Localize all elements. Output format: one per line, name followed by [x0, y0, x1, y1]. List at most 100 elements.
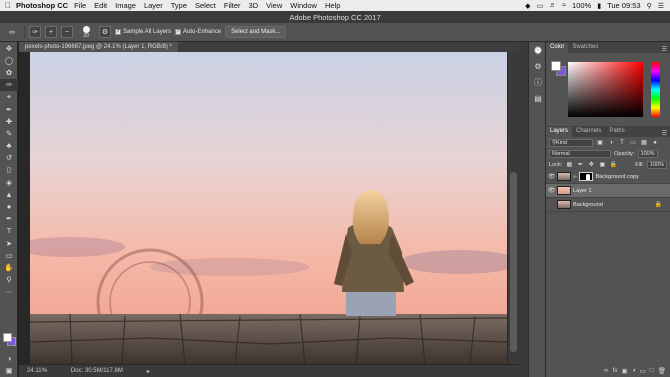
menu-type[interactable]: Type — [171, 1, 187, 10]
layer-mask-thumbnail[interactable] — [578, 172, 593, 181]
delete-layer-icon[interactable]: 🗑 — [658, 367, 666, 375]
pixel-filter-icon[interactable]: ▣ — [596, 139, 604, 147]
history-brush-tool-icon[interactable]: ↺ — [0, 152, 18, 164]
lock-artboard-icon[interactable]: ▣ — [598, 161, 606, 169]
fill-input[interactable]: 100% — [646, 160, 667, 169]
visibility-eye-icon[interactable]: 👁 — [546, 173, 557, 180]
menu-select[interactable]: Select — [195, 1, 216, 10]
hand-tool-icon[interactable]: ✋ — [0, 261, 18, 273]
paint-bucket-tool-icon[interactable]: ◈ — [0, 176, 18, 188]
color-swatches[interactable] — [3, 333, 16, 346]
eyedropper-tool-icon[interactable]: ✒ — [0, 103, 18, 115]
history-panel-icon[interactable]: ⌚ — [529, 42, 547, 58]
rectangle-tool-icon[interactable]: ▭ — [0, 249, 18, 261]
battery-icon[interactable]: ▮ — [597, 2, 601, 10]
layer-style-icon[interactable]: fx — [612, 367, 617, 374]
tab-paths[interactable]: Paths — [605, 127, 628, 137]
menu-3d[interactable]: 3D — [249, 1, 259, 10]
brush-tool-icon[interactable]: ✎ — [0, 127, 18, 139]
vertical-scrollbar[interactable] — [508, 52, 519, 364]
add-mask-icon[interactable]: ▣ — [622, 367, 628, 375]
brush-settings-icon[interactable]: ⚙ — [99, 26, 111, 38]
type-filter-icon[interactable]: T — [618, 139, 626, 147]
lasso-tool-icon[interactable]: ✿ — [0, 66, 18, 78]
canvas[interactable] — [30, 52, 507, 364]
adjustment-filter-icon[interactable]: ◑ — [607, 139, 615, 147]
lock-icon[interactable]: 🔒 — [655, 201, 662, 208]
sample-all-layers-checkbox[interactable]: ✓ Sample All Layers — [115, 29, 171, 35]
info-panel-icon[interactable]: ⓘ — [529, 74, 547, 90]
clock[interactable]: Tue 09:53 — [607, 1, 641, 10]
subtract-from-selection-icon[interactable]: − — [61, 26, 73, 38]
smart-object-filter-icon[interactable]: ▦ — [640, 139, 648, 147]
menu-file[interactable]: File — [74, 1, 86, 10]
libraries-panel-icon[interactable]: ▤ — [529, 90, 547, 106]
pen-tool-icon[interactable]: ✒ — [0, 213, 18, 225]
quick-mask-icon[interactable]: ◑ — [0, 352, 18, 364]
layer-name[interactable]: Background copy — [596, 174, 639, 180]
visibility-eye-icon[interactable]: 👁 — [546, 187, 557, 194]
menu-window[interactable]: Window — [290, 1, 317, 10]
layer-row-layer-1[interactable]: 👁 Layer 1 — [546, 184, 670, 198]
menu-filter[interactable]: Filter — [224, 1, 241, 10]
type-tool-icon[interactable]: T — [0, 225, 18, 237]
menu-edit[interactable]: Edit — [94, 1, 107, 10]
brush-picker[interactable]: 20 — [77, 25, 95, 39]
marquee-tool-icon[interactable]: ◯ — [0, 54, 18, 66]
color-field[interactable] — [568, 62, 643, 117]
foreground-color-swatch[interactable] — [551, 61, 561, 71]
panel-menu-icon[interactable]: ☰ — [662, 46, 670, 53]
tab-layers[interactable]: Layers — [546, 127, 573, 137]
notification-icon[interactable]: ☰ — [658, 2, 664, 10]
clone-stamp-tool-icon[interactable]: ♣ — [0, 140, 18, 152]
layer-row-background[interactable]: Background 🔒 — [546, 198, 670, 212]
new-selection-icon[interactable]: ✑ — [29, 26, 41, 38]
lock-position-icon[interactable]: ✥ — [587, 161, 595, 169]
tab-channels[interactable]: Channels — [572, 127, 605, 137]
search-icon[interactable]: ⚲ — [647, 2, 652, 10]
foreground-color-swatch[interactable] — [3, 333, 12, 342]
menu-image[interactable]: Image — [115, 1, 136, 10]
auto-enhance-checkbox[interactable]: ✓ Auto-Enhance — [175, 29, 221, 35]
quick-selection-tool-icon[interactable]: ✑ — [4, 26, 20, 39]
layer-row-background-copy[interactable]: 👁 ∞ Background copy — [546, 170, 670, 184]
eraser-tool-icon[interactable]: ▯ — [0, 164, 18, 176]
link-layers-icon[interactable]: ∞ — [604, 367, 609, 374]
move-tool-icon[interactable]: ✥ — [0, 42, 18, 54]
tab-swatches[interactable]: Swatches — [568, 43, 602, 53]
volume-icon[interactable]: ♬ — [549, 2, 556, 9]
document-info[interactable]: Doc: 30.5M/117.8M — [71, 368, 123, 374]
path-selection-tool-icon[interactable]: ➤ — [0, 237, 18, 249]
opacity-input[interactable]: 100% — [637, 149, 658, 158]
zoom-level[interactable]: 24.11% — [27, 368, 47, 374]
apple-icon[interactable]:  — [0, 1, 16, 10]
select-and-mask-button[interactable]: Select and Mask... — [225, 26, 287, 38]
shape-filter-icon[interactable]: ▭ — [629, 139, 637, 147]
new-group-icon[interactable]: ▭ — [640, 367, 646, 375]
menu-layer[interactable]: Layer — [144, 1, 163, 10]
layer-name[interactable]: Background — [573, 202, 603, 208]
scrollbar-thumb[interactable] — [510, 172, 517, 352]
adjustments-panel-icon[interactable]: ⚙ — [529, 58, 547, 74]
adjustment-layer-icon[interactable]: ◑ — [632, 367, 636, 374]
filter-toggle-icon[interactable]: ● — [651, 139, 659, 147]
crop-tool-icon[interactable]: ⌖ — [0, 91, 18, 103]
lock-transparent-icon[interactable]: ▦ — [565, 161, 573, 169]
new-layer-icon[interactable]: □ — [650, 367, 654, 374]
panel-menu-icon[interactable]: ☰ — [662, 130, 670, 137]
blend-mode-select[interactable]: Normal — [549, 149, 611, 158]
airplay-icon[interactable]: ▭ — [537, 2, 544, 10]
menu-view[interactable]: View — [266, 1, 282, 10]
dodge-tool-icon[interactable]: ● — [0, 200, 18, 212]
more-tools-icon[interactable]: ⋯ — [0, 286, 18, 298]
lock-all-icon[interactable]: 🔒 — [609, 161, 617, 169]
wifi-icon[interactable]: ≈ — [562, 2, 566, 9]
tab-color[interactable]: Color — [546, 43, 569, 53]
document-tab[interactable]: pexels-photo-196667.jpeg @ 24.1% (Layer … — [19, 42, 178, 52]
blur-tool-icon[interactable]: ▲ — [0, 188, 18, 200]
healing-brush-tool-icon[interactable]: ✚ — [0, 115, 18, 127]
menu-app-name[interactable]: Photoshop CC — [16, 1, 68, 10]
add-to-selection-icon[interactable]: + — [45, 26, 57, 38]
kind-filter-select[interactable]: ⚲ Kind — [549, 138, 593, 147]
lock-pixels-icon[interactable]: ✒ — [576, 161, 584, 169]
